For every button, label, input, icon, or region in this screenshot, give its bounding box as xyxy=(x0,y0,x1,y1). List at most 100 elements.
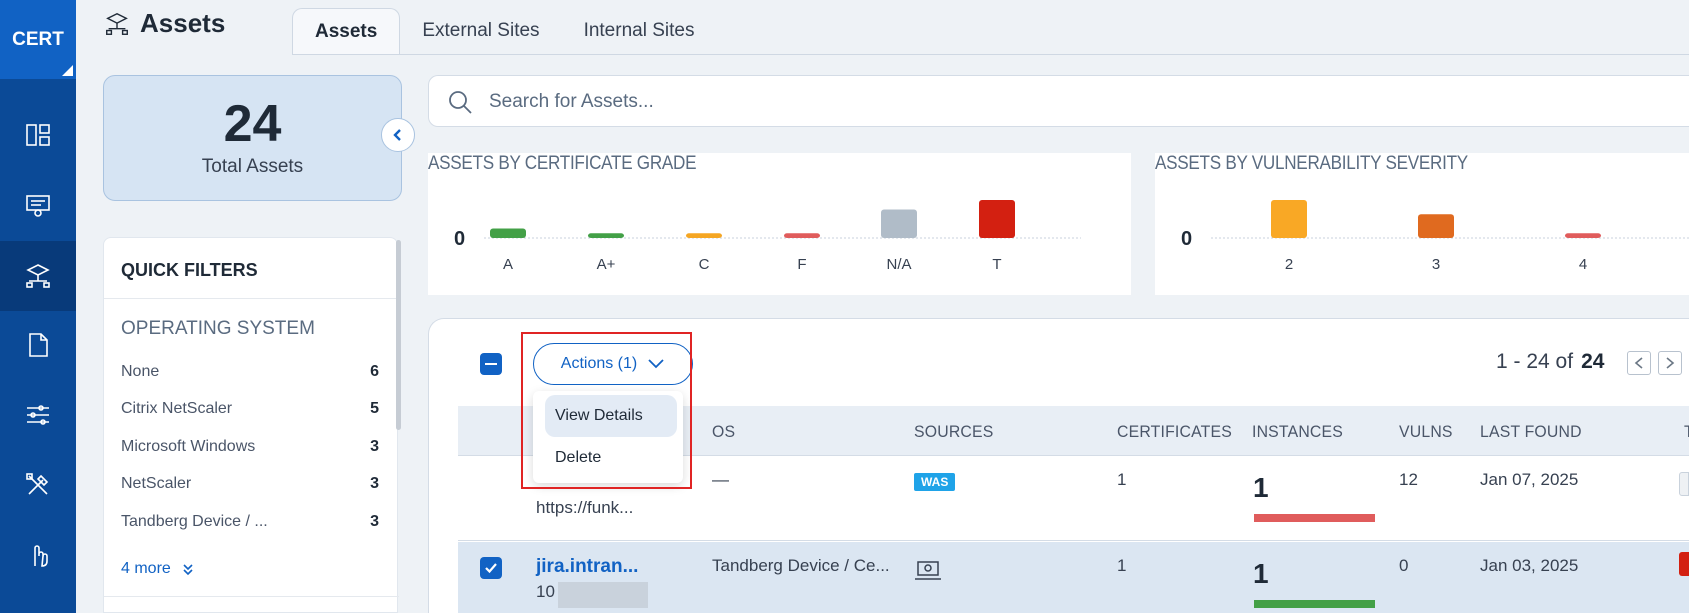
divider xyxy=(104,596,399,597)
assets-page-icon xyxy=(106,12,128,35)
filter-item[interactable]: Citrix NetScaler 5 xyxy=(121,400,379,418)
pagination-info: 1 - 24 of 24 xyxy=(1496,350,1604,374)
certificates-cell: 1 xyxy=(1117,470,1127,489)
column-header-os[interactable]: OS xyxy=(712,422,735,442)
total-assets-label: Total Assets xyxy=(201,156,304,177)
chart-bar[interactable] xyxy=(588,233,624,238)
filter-item-label: Tandberg Device / ... xyxy=(121,513,268,530)
quick-filters-title: QUICK FILTERS xyxy=(121,260,258,280)
pointer-hand-icon xyxy=(34,545,48,567)
asset-name-link[interactable]: jira.intran... xyxy=(536,556,638,578)
filter-item[interactable]: Microsoft Windows 3 xyxy=(121,438,379,456)
chart-title: ASSETS BY CERTIFICATE GRADE xyxy=(428,153,697,174)
asset-url[interactable]: https://funk... xyxy=(536,498,633,518)
chart-title: ASSETS BY VULNERABILITY SEVERITY xyxy=(1155,153,1468,174)
search-bar xyxy=(428,75,1689,127)
tab-assets[interactable]: Assets xyxy=(292,8,401,54)
chart-bar[interactable] xyxy=(979,200,1015,238)
prev-page-button[interactable] xyxy=(1627,351,1651,375)
x-tick-label: A+ xyxy=(597,256,616,273)
filter-item-count: 3 xyxy=(370,475,379,492)
brand-label: CERT xyxy=(12,28,64,50)
sliders-icon xyxy=(27,405,49,425)
x-tick-label: 2 xyxy=(1285,256,1293,273)
instances-bar xyxy=(1254,514,1375,522)
nav-settings[interactable] xyxy=(0,380,76,450)
quick-filters-panel: QUICK FILTERS OPERATING SYSTEM None 6 Ci… xyxy=(103,237,399,613)
os-cell: — xyxy=(712,470,729,489)
checkmark-icon xyxy=(485,563,497,574)
actions-dropdown-button[interactable]: Actions (1) xyxy=(533,343,693,385)
x-tick-label: A xyxy=(503,256,513,273)
chevron-left-icon xyxy=(393,129,401,141)
column-header-instances[interactable]: INSTANCES xyxy=(1252,422,1343,442)
filter-section-title: OPERATING SYSTEM xyxy=(121,318,315,339)
pagination-total: 24 xyxy=(1581,350,1605,373)
column-header-sources[interactable]: SOURCES xyxy=(914,422,994,442)
nav-touch[interactable] xyxy=(0,520,76,590)
x-tick-label: 3 xyxy=(1432,256,1440,273)
chart-bar[interactable] xyxy=(490,228,526,239)
column-header-certificates[interactable]: CERTIFICATES xyxy=(1117,422,1232,442)
brand-logo[interactable]: CERT xyxy=(0,0,76,79)
search-input[interactable] xyxy=(489,86,1589,118)
collapse-panel-button[interactable] xyxy=(381,118,415,152)
filter-item-label: None xyxy=(121,363,160,380)
instances-bar xyxy=(1254,600,1375,608)
table-row[interactable]: jira.intran... 10 Tandberg Device / Ce..… xyxy=(458,542,1689,613)
vulns-cell: 0 xyxy=(1399,556,1409,575)
chart-bar[interactable] xyxy=(1271,200,1307,238)
divider xyxy=(104,298,399,299)
vulnerability-severity-chart: 0 2 3 4 xyxy=(1181,200,1689,273)
select-all-checkbox[interactable] xyxy=(480,353,502,375)
column-header-vulns[interactable]: VULNS xyxy=(1399,422,1453,442)
nav-assets[interactable] xyxy=(0,241,76,311)
chart-bar[interactable] xyxy=(881,209,917,239)
dashboard-icon xyxy=(26,124,50,146)
menu-item-view-details[interactable]: View Details xyxy=(545,395,677,437)
x-tick-label: T xyxy=(992,256,1001,273)
instances-count: 1 xyxy=(1253,472,1269,503)
next-page-button[interactable] xyxy=(1658,351,1682,375)
actions-menu: View Details Delete xyxy=(533,391,683,483)
certificate-grade-chart: 0 A A+ C F N/A T xyxy=(454,200,1081,273)
row-checkbox[interactable] xyxy=(480,557,502,579)
chart-bar[interactable] xyxy=(1418,214,1454,238)
menu-item-delete[interactable]: Delete xyxy=(545,437,677,479)
nav-tools[interactable] xyxy=(0,450,76,520)
source-was-badge: WAS xyxy=(914,473,956,491)
tab-external-sites[interactable]: External Sites xyxy=(400,8,561,54)
sidebar: CERT xyxy=(0,0,76,613)
nav-certificates[interactable] xyxy=(0,170,76,240)
redacted-ip xyxy=(558,582,648,608)
filter-item[interactable]: None 6 xyxy=(121,363,379,381)
filter-item[interactable]: NetScaler 3 xyxy=(121,475,379,493)
nav-dashboard[interactable] xyxy=(0,100,76,170)
filter-item-count: 3 xyxy=(370,438,379,455)
y-tick-label: 0 xyxy=(1181,228,1192,250)
tab-internal-sites[interactable]: Internal Sites xyxy=(562,8,717,54)
document-icon xyxy=(29,333,48,357)
total-assets-count: 24 xyxy=(223,95,282,153)
chevron-right-icon xyxy=(1666,357,1675,369)
chevron-left-icon xyxy=(1634,357,1643,369)
chart-bar[interactable] xyxy=(1565,233,1601,238)
chart-bar[interactable] xyxy=(686,233,722,238)
filter-item-label: Citrix NetScaler xyxy=(121,400,233,417)
chevron-down-icon xyxy=(648,359,664,369)
page-title: Assets xyxy=(140,8,226,38)
filter-item-label: Microsoft Windows xyxy=(121,438,256,455)
filter-item-count: 6 xyxy=(370,363,379,380)
column-header-last-found[interactable]: LAST FOUND xyxy=(1480,422,1582,442)
filter-item-label: NetScaler xyxy=(121,475,192,492)
filter-item[interactable]: Tandberg Device / ... 3 xyxy=(121,513,379,531)
chart-bar[interactable] xyxy=(784,233,820,238)
x-tick-label: N/A xyxy=(886,256,911,273)
column-header-truncated[interactable]: T xyxy=(1684,422,1689,442)
nav-documents[interactable] xyxy=(0,310,76,380)
os-cell: Tandberg Device / Ce... xyxy=(712,556,890,575)
filters-scrollbar[interactable] xyxy=(396,240,401,430)
row-tag xyxy=(1679,552,1689,576)
x-tick-label: F xyxy=(797,256,806,273)
show-more-filters-link[interactable]: 4 more xyxy=(121,560,195,578)
